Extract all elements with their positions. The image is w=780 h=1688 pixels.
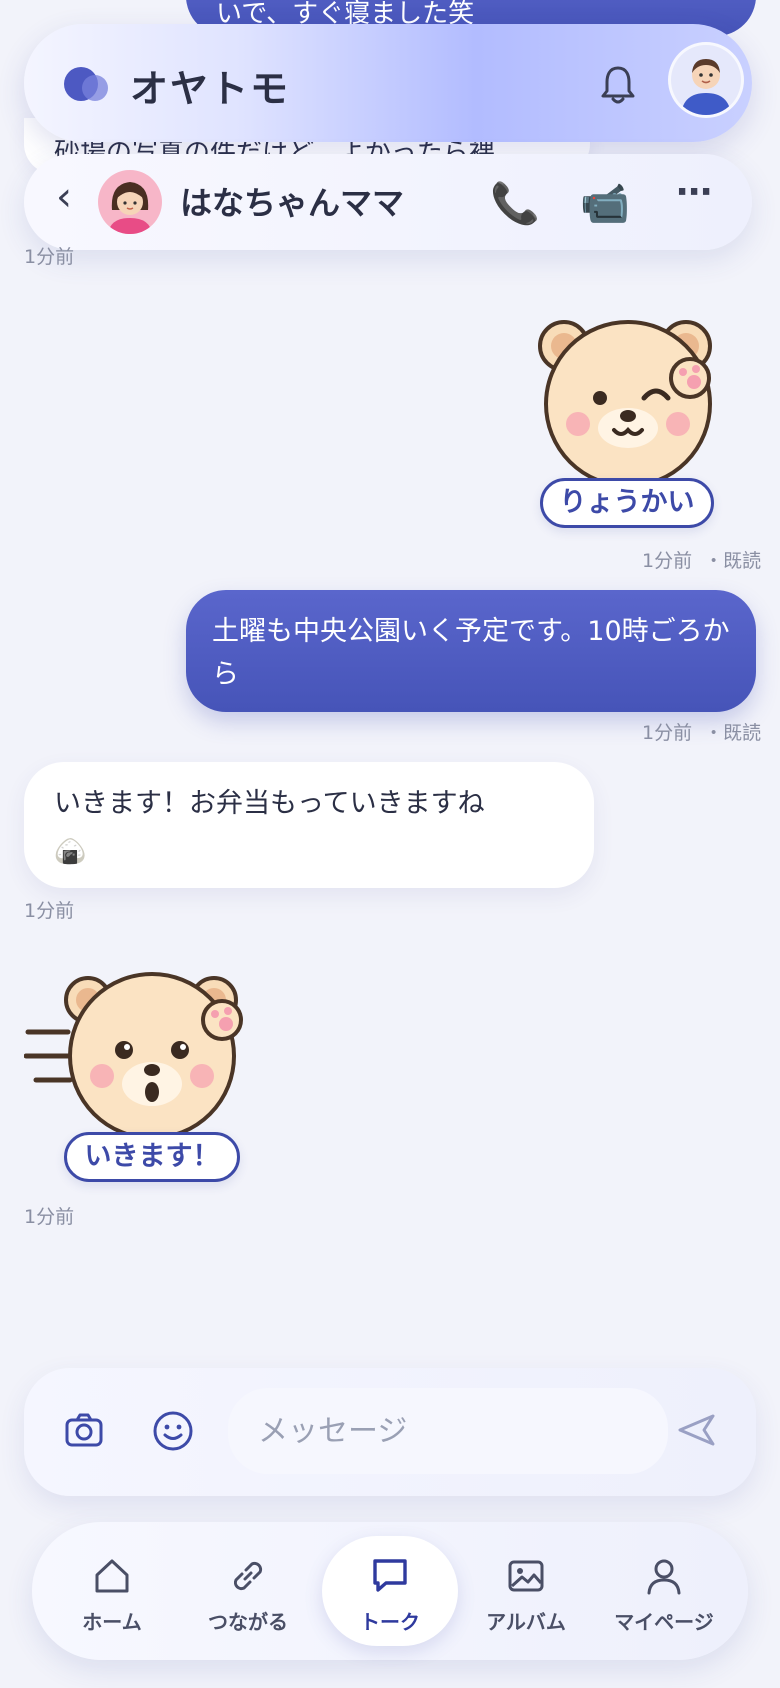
more-options-icon[interactable]: ⋯ <box>676 172 714 213</box>
home-icon <box>95 1559 129 1593</box>
tab-connect[interactable]: つながる <box>180 1536 316 1646</box>
app-brand: オヤトモ <box>130 67 291 111</box>
message-timestamp: 1分前 <box>24 900 75 922</box>
message-timestamp: 1分前 <box>24 1206 75 1228</box>
message-timestamp: 1分前 ・既読 <box>642 718 761 745</box>
read-receipt: ・既読 <box>704 550 762 572</box>
album-icon <box>508 1560 544 1592</box>
tab-album[interactable]: アルバム <box>458 1536 594 1646</box>
tab-label: トーク <box>360 1610 420 1634</box>
video-camera-icon[interactable]: 📹 <box>580 180 630 227</box>
tab-mypage[interactable]: マイページ <box>596 1536 732 1646</box>
back-button[interactable]: ‹ <box>56 174 72 220</box>
time-text: 1分前 <box>642 550 693 572</box>
my-avatar[interactable] <box>668 42 744 118</box>
bottom-navigation: ホーム つながる トーク アルバム マイページ <box>32 1522 748 1660</box>
read-receipt: ・既読 <box>704 722 762 744</box>
smile-icon[interactable] <box>152 1410 194 1456</box>
link-icon <box>233 1561 263 1591</box>
sent-message-bubble[interactable]: 土曜も中央公園いく予定です。10時ごろから <box>186 590 756 712</box>
running-bear-sticker <box>24 972 243 1140</box>
wink-bear-sticker <box>538 320 712 486</box>
message-composer <box>24 1368 756 1496</box>
rice-ball-emoji-icon: 🍙 <box>54 837 87 867</box>
send-icon[interactable] <box>676 1412 716 1452</box>
friend-name: はなちゃんママ <box>180 184 405 222</box>
tab-talk[interactable]: トーク <box>322 1536 458 1646</box>
tab-label: つながる <box>208 1610 288 1634</box>
app-header: オヤトモ <box>24 24 752 142</box>
tab-label: アルバム <box>486 1610 566 1634</box>
camera-icon[interactable] <box>64 1410 104 1454</box>
message-input[interactable] <box>228 1388 668 1474</box>
received-message-bubble[interactable]: いきます！お弁当もっていきますね 🍙 <box>24 762 594 888</box>
bell-icon[interactable] <box>598 64 638 110</box>
message-text: いきます！お弁当もっていきますね <box>54 788 485 819</box>
message-text: 土曜も中央公園いく予定です。10時ごろから <box>212 616 730 690</box>
stamp-label: いきます！ <box>64 1132 240 1182</box>
phone-icon[interactable]: 📞 <box>490 180 540 227</box>
user-icon <box>647 1559 681 1595</box>
tab-label: マイページ <box>614 1610 714 1634</box>
stamp-label: りょうかい <box>540 478 714 528</box>
message-timestamp: 1分前 <box>24 246 75 268</box>
chat-icon <box>373 1559 407 1592</box>
chat-header: ‹ はなちゃんママ 📞 📹 ⋯ <box>24 154 752 250</box>
sent-stamp[interactable]: りょうかい <box>536 316 720 528</box>
time-text: 1分前 <box>642 722 693 744</box>
friend-avatar[interactable] <box>98 170 162 234</box>
received-stamp[interactable]: いきます！ <box>24 972 254 1182</box>
message-timestamp: 1分前 ・既読 <box>642 546 761 573</box>
tab-label: ホーム <box>82 1610 142 1634</box>
tab-home[interactable]: ホーム <box>44 1536 180 1646</box>
logo-icon-overlay <box>82 75 108 101</box>
